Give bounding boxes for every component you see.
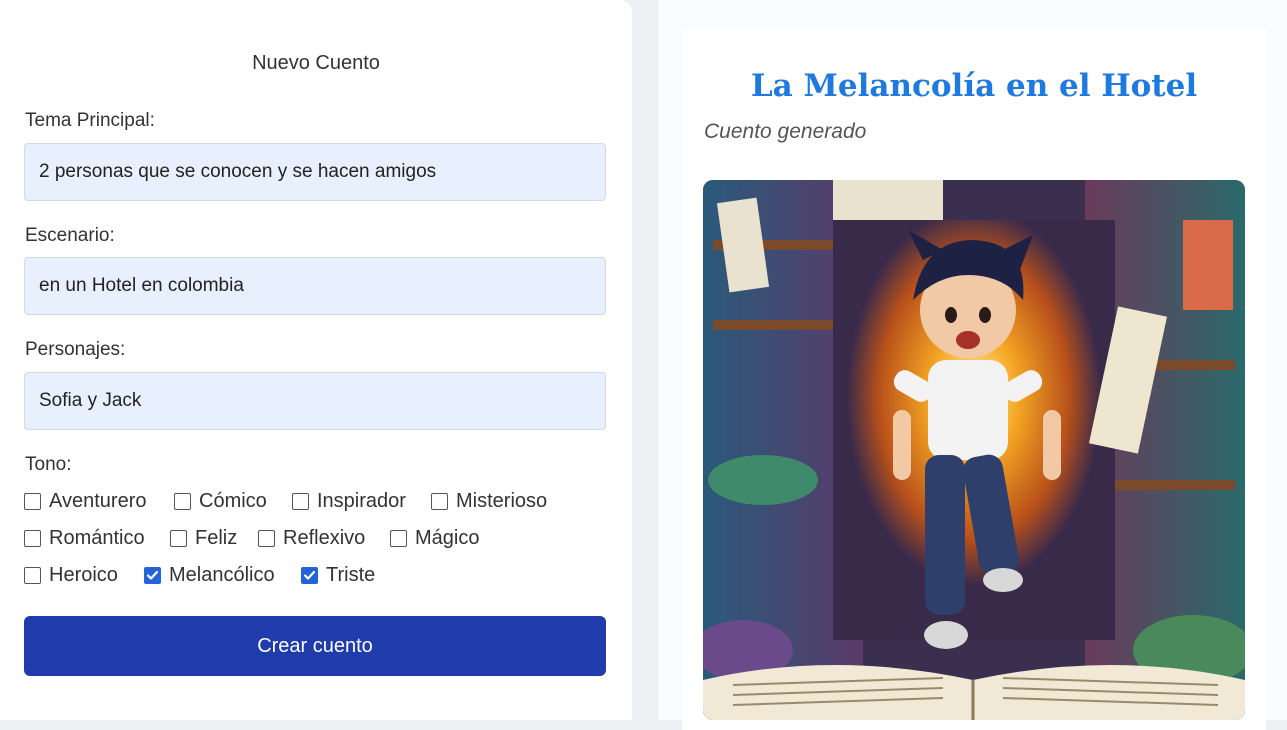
tone-label: Tono: [25,454,72,475]
story-title: La Melancolía en el Hotel [750,68,1198,104]
tone-option-label: Reflexivo [283,526,366,549]
story-illustration [703,180,1245,720]
setting-input[interactable] [24,257,606,315]
create-story-button[interactable]: Crear cuento [24,616,606,676]
story-result-panel: La Melancolía en el Hotel Cuento generad… [658,0,1287,730]
checkbox[interactable] [390,529,407,547]
tone-option-misterioso[interactable]: Misterioso [431,489,547,513]
characters-input[interactable] [24,372,606,430]
checkbox[interactable] [144,566,161,584]
tone-option-label: Aventurero [49,489,147,512]
tone-option-feliz[interactable]: Feliz [170,526,237,550]
tone-option-romantico[interactable]: Romántico [24,526,145,550]
tone-option-label: Romántico [49,526,145,549]
checkbox[interactable] [292,492,309,510]
theme-label: Tema Principal: [25,110,155,131]
checkbox[interactable] [174,492,191,510]
check-icon [303,570,316,580]
story-form-panel: Nuevo Cuento Tema Principal: Escenario: … [0,0,632,720]
checkbox[interactable] [24,492,41,510]
tone-option-aventurero[interactable]: Aventurero [24,489,146,513]
checkbox[interactable] [24,529,41,547]
story-subtitle: Cuento generado [704,120,867,143]
characters-label: Personajes: [25,339,126,360]
checkbox[interactable] [258,529,275,547]
tone-option-inspirador[interactable]: Inspirador [292,489,406,513]
tone-option-triste[interactable]: Triste [301,563,375,587]
tone-option-label: Inspirador [317,489,406,512]
story-card: La Melancolía en el Hotel Cuento generad… [682,30,1266,730]
form-title: Nuevo Cuento [252,52,380,74]
tone-option-label: Melancólico [169,563,275,586]
tone-option-magico[interactable]: Mágico [390,526,479,550]
tone-option-label: Mágico [415,526,480,549]
check-icon [146,570,159,580]
checkbox[interactable] [170,529,187,547]
tone-option-reflexivo[interactable]: Reflexivo [258,526,365,550]
tone-option-label: Heroico [49,563,118,586]
setting-label: Escenario: [25,225,115,246]
tone-option-heroico[interactable]: Heroico [24,563,118,587]
tone-option-melancolico[interactable]: Melancólico [144,563,275,587]
tone-option-label: Triste [326,563,376,586]
tone-option-label: Misterioso [456,489,548,512]
tone-option-label: Cómico [199,489,267,512]
tone-option-comico[interactable]: Cómico [174,489,267,513]
theme-input[interactable] [24,143,606,201]
checkbox[interactable] [431,492,448,510]
checkbox[interactable] [24,566,41,584]
tone-option-label: Feliz [195,526,238,549]
checkbox[interactable] [301,566,318,584]
